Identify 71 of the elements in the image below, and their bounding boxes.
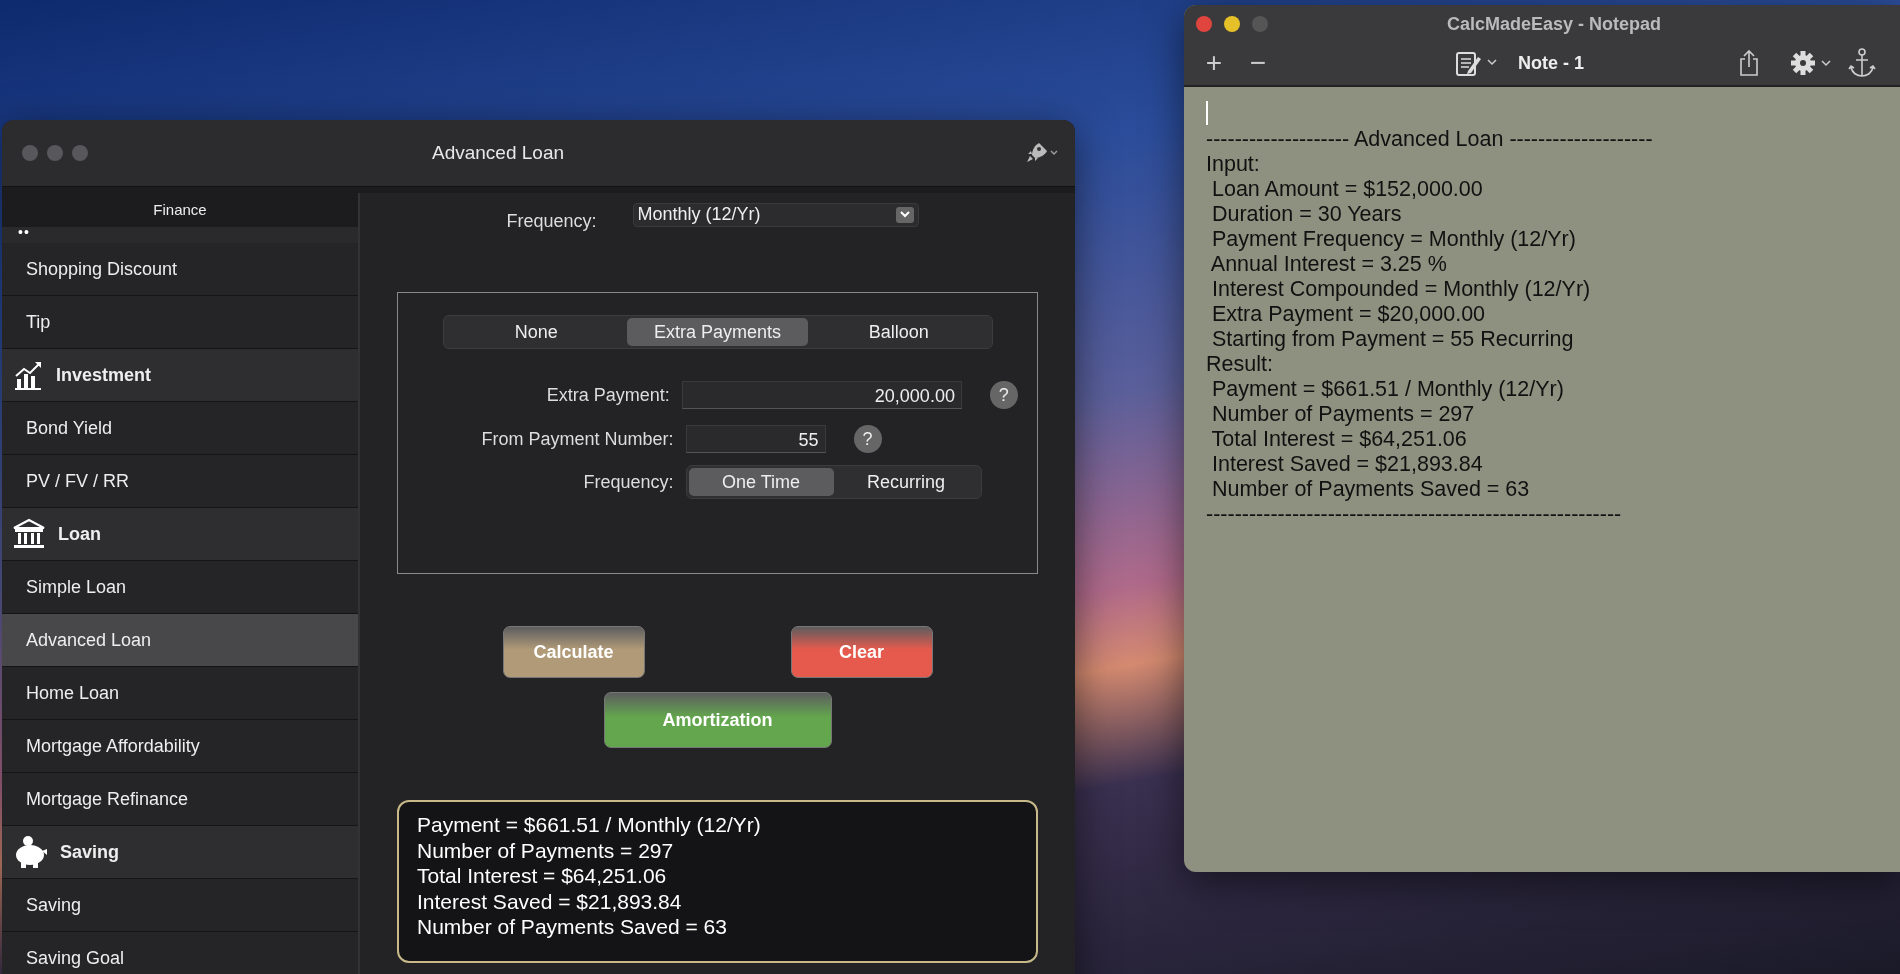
segment-tab[interactable]: Recurring (833, 468, 979, 496)
text-line: ---------------------------------------------------------- (1206, 502, 1623, 527)
close-window-button[interactable] (1196, 16, 1212, 32)
sidebar-header: Finance (152, 200, 208, 220)
text-line: Starting from Payment = 55 Recurring (1210, 327, 1575, 352)
segment-tab[interactable]: Balloon (808, 318, 990, 346)
text-line: Interest Compounded = Monthly (12/Yr) (1210, 277, 1592, 302)
bank-icon (12, 518, 46, 550)
sidebar-item[interactable]: Bond Yield (2, 402, 358, 455)
share-icon[interactable] (1738, 49, 1760, 77)
sidebar-category[interactable]: Saving (2, 826, 358, 879)
chevron-icon (895, 206, 914, 223)
sidebar-category[interactable]: Loan (2, 508, 358, 561)
field-label: Extra Payment: (545, 384, 670, 406)
sidebar-item[interactable]: Tip (2, 296, 358, 349)
chart-icon (12, 359, 44, 391)
text-line: Payment = $661.51 / Monthly (12/Yr) (1210, 377, 1565, 402)
sidebar-item[interactable]: PV / FV / RR (2, 455, 358, 508)
result-line: Payment = $661.51 / Monthly (12/Yr) (417, 812, 762, 838)
text-line: Number of Payments Saved = 63 (1210, 477, 1531, 502)
result-line: Number of Payments Saved = 63 (417, 914, 728, 940)
text-line: Result: (1206, 352, 1274, 377)
text-line: Duration = 30 Years (1210, 202, 1403, 227)
clear-button[interactable]: Clear (790, 626, 933, 678)
category-label: Saving (60, 841, 120, 863)
sidebar-item[interactable]: Mortgage Affordability (2, 720, 358, 773)
sidebar-item[interactable]: Mortgage Refinance (2, 773, 358, 826)
segment-tab[interactable]: One Time (688, 468, 834, 496)
sidebar-item[interactable]: Saving Goal (2, 932, 358, 974)
help-button[interactable]: ? (989, 381, 1018, 409)
field-label: Frequency: (582, 471, 674, 493)
result-line: Total Interest = $64,251.06 (417, 863, 668, 889)
category-label: Loan (58, 523, 101, 545)
input-field[interactable]: 20,000.00 (681, 381, 962, 409)
text-line: Annual Interest = 3.25 % (1209, 252, 1448, 277)
input-field[interactable]: 55 (685, 425, 826, 453)
add-button[interactable]: + (1194, 47, 1234, 79)
note-title: Note - 1 (1518, 52, 1584, 74)
sidebar-item[interactable]: Home Loan (2, 667, 358, 720)
result-line: Interest Saved = $21,893.84 (417, 888, 683, 914)
segment-tab[interactable]: Extra Payments (626, 318, 809, 346)
text-cursor (1206, 101, 1208, 125)
notepad-icon[interactable] (1454, 49, 1498, 77)
text-line: -------------------- Advanced Loan -------------------- (1206, 127, 1654, 152)
sidebar-item[interactable]: Simple Loan (2, 561, 358, 614)
text-line: Total Interest = $64,251.06 (1210, 427, 1468, 452)
result-line: Number of Payments = 297 (417, 837, 675, 863)
category-label: Investment (56, 364, 152, 386)
window-title: Advanced Loan (430, 142, 566, 164)
segment-tab[interactable]: None (445, 318, 627, 346)
text-line: Extra Payment = $20,000.00 (1210, 302, 1487, 327)
frequency-dropdown[interactable]: Monthly (12/Yr) (632, 202, 919, 227)
settings-icon[interactable] (1790, 49, 1834, 77)
text-line: Input: (1206, 152, 1261, 177)
remove-button[interactable]: − (1238, 47, 1278, 79)
text-line: Payment Frequency = Monthly (12/Yr) (1210, 227, 1577, 252)
sidebar-item[interactable]: Saving (2, 879, 358, 932)
field-label: Frequency: (506, 211, 597, 232)
window-title: CalcMadeEasy - Notepad (1445, 13, 1663, 35)
anchor-icon[interactable] (1848, 48, 1876, 78)
field-label: From Payment Number: (480, 428, 674, 450)
text-line: Loan Amount = $152,000.00 (1210, 177, 1484, 202)
page-indicator: •• (2, 227, 358, 243)
sidebar-item[interactable]: Advanced Loan (2, 614, 358, 667)
text-line: Number of Payments = 297 (1210, 402, 1476, 427)
sidebar-item[interactable]: Shopping Discount (2, 243, 358, 296)
help-button[interactable]: ? (853, 425, 882, 453)
minimize-window-button[interactable] (1224, 16, 1240, 32)
rocket-icon[interactable] (1025, 141, 1059, 165)
sidebar-category[interactable]: Investment (2, 349, 358, 402)
text-line: Interest Saved = $21,893.84 (1210, 452, 1484, 477)
